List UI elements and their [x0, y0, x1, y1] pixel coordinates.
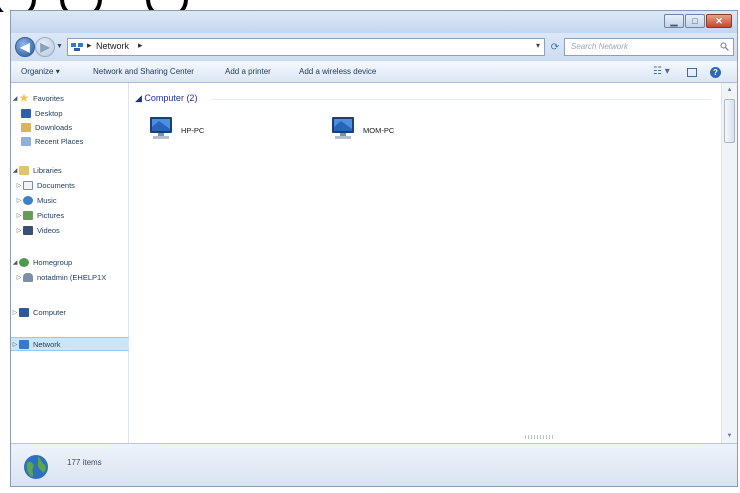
nav-pictures[interactable]: ▷ Pictures — [11, 208, 129, 222]
expand-arrow-icon[interactable]: ◢ — [11, 167, 19, 174]
close-button[interactable]: ✕ — [706, 14, 732, 28]
address-bar[interactable]: ▸ Network ▸ ▾ — [67, 38, 545, 56]
computer-name: HP-PC — [181, 126, 205, 135]
nav-libraries[interactable]: ◢ Libraries — [11, 163, 129, 177]
organize-button[interactable]: Organize ▾ — [21, 67, 60, 76]
navigation-pane: ◢ Favorites Desktop Downloads Recent Pla… — [11, 83, 129, 443]
maximize-button[interactable]: □ — [685, 14, 705, 28]
search-placeholder: Search Network — [571, 42, 628, 51]
nav-videos[interactable]: ▷ Videos — [11, 223, 129, 237]
vertical-scrollbar[interactable]: ▲ ▼ — [721, 83, 737, 443]
network-sharing-center-button[interactable]: Network and Sharing Center — [93, 67, 194, 76]
preview-pane-icon[interactable] — [687, 68, 697, 77]
search-input[interactable]: Search Network — [564, 38, 734, 56]
command-bar: Organize ▾ Network and Sharing Center Ad… — [11, 61, 737, 83]
nav-desktop[interactable]: Desktop — [11, 106, 129, 120]
collapse-arrow-icon[interactable]: ▷ — [15, 182, 23, 189]
nav-computer[interactable]: ▷ Computer — [11, 305, 129, 319]
nav-downloads[interactable]: Downloads — [11, 120, 129, 134]
expand-arrow-icon[interactable]: ◢ — [11, 259, 19, 266]
forward-button[interactable]: ▶ — [35, 37, 55, 57]
collapse-arrow-icon[interactable]: ▷ — [11, 309, 19, 316]
breadcrumb-network[interactable]: Network — [96, 41, 129, 51]
network-computer-icon — [332, 117, 354, 139]
nav-homegroup[interactable]: ◢ Homegroup — [11, 255, 129, 269]
resize-grip[interactable] — [525, 435, 555, 439]
star-icon — [19, 93, 29, 102]
nav-recent-places[interactable]: Recent Places — [11, 134, 129, 148]
group-header-computer[interactable]: ◢ Computer (2) — [135, 93, 197, 104]
address-row: ◀ ▶ ▼ ▸ Network ▸ ▾ ⟳ Search Network — [11, 33, 737, 61]
nav-music[interactable]: ▷ Music — [11, 193, 129, 207]
libraries-icon — [19, 165, 29, 175]
homegroup-icon — [19, 257, 29, 267]
computer-name: MOM-PC — [363, 126, 395, 135]
collapse-arrow-icon[interactable]: ▷ — [15, 227, 23, 234]
network-icon — [19, 339, 29, 349]
computer-item[interactable]: HP-PC — [147, 115, 267, 145]
downloads-icon — [21, 122, 31, 132]
refresh-icon[interactable]: ⟳ — [548, 38, 562, 56]
group-divider — [211, 99, 711, 100]
nav-favorites[interactable]: ◢ Favorites — [11, 91, 129, 105]
expand-arrow-icon[interactable]: ◢ — [11, 95, 19, 102]
music-icon — [23, 195, 33, 205]
recent-pages-dropdown-icon[interactable]: ▼ — [56, 43, 63, 50]
scroll-up-icon[interactable]: ▲ — [722, 83, 737, 97]
breadcrumb-separator-icon[interactable]: ▸ — [138, 40, 143, 51]
add-printer-button[interactable]: Add a printer — [225, 67, 271, 76]
help-icon[interactable]: ? — [710, 67, 721, 78]
minimize-button[interactable]: ▁ — [664, 14, 684, 28]
collapse-arrow-icon[interactable]: ▷ — [15, 197, 23, 204]
item-count: 177 items — [67, 458, 102, 467]
window-controls: ▁ □ ✕ — [663, 14, 732, 28]
documents-icon — [23, 180, 33, 190]
address-dropdown-icon[interactable]: ▾ — [536, 41, 540, 50]
collapse-arrow-icon[interactable]: ▷ — [15, 274, 23, 281]
scrollbar-thumb[interactable] — [724, 99, 735, 143]
network-icon — [71, 43, 83, 51]
details-pane: 177 items — [11, 443, 737, 486]
videos-icon — [23, 225, 33, 235]
breadcrumb-separator-icon[interactable]: ▸ — [87, 40, 92, 51]
explorer-window: ▁ □ ✕ ◀ ▶ ▼ ▸ Network ▸ ▾ ⟳ Search Netwo… — [10, 10, 738, 487]
add-wireless-device-button[interactable]: Add a wireless device — [299, 67, 376, 76]
user-icon — [23, 272, 33, 282]
computer-icon — [19, 307, 29, 317]
network-globe-icon — [24, 455, 48, 479]
computer-item[interactable]: MOM-PC — [329, 115, 449, 145]
change-view-icon[interactable]: ☷ ▾ — [653, 66, 670, 77]
title-bar: ▁ □ ✕ — [11, 11, 737, 33]
nav-network[interactable]: ▷ Network — [11, 337, 129, 351]
scroll-down-icon[interactable]: ▼ — [722, 429, 737, 443]
network-computer-icon — [150, 117, 172, 139]
collapse-arrow-icon[interactable]: ▷ — [15, 212, 23, 219]
nav-homegroup-user[interactable]: ▷ notadmin (EHELP1X — [11, 270, 129, 284]
nav-documents[interactable]: ▷ Documents — [11, 178, 129, 192]
collapse-arrow-icon[interactable]: ▷ — [11, 341, 19, 348]
desktop-icon — [21, 108, 31, 118]
content-pane: ◢ Computer (2) HP-PC MOM-PC — [129, 83, 723, 443]
recent-places-icon — [21, 136, 31, 146]
back-button[interactable]: ◀ — [15, 37, 35, 57]
search-icon[interactable] — [720, 42, 729, 51]
pictures-icon — [23, 210, 33, 220]
